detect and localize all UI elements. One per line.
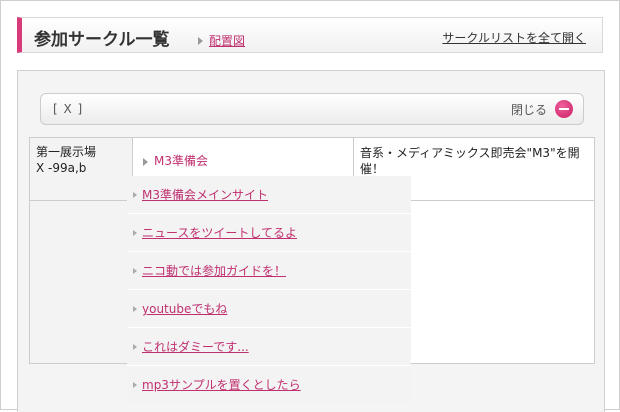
dropdown-link[interactable]: mp3サンプルを置くとしたら	[142, 376, 301, 393]
dropdown-item-mp3-sample[interactable]: mp3サンプルを置くとしたら	[127, 366, 411, 403]
empty-location-cell	[29, 200, 133, 364]
triangle-right-icon	[198, 36, 203, 45]
dropdown-item-twitter[interactable]: ニュースをツイートしてるよ	[127, 214, 411, 251]
page-title: 参加サークル一覧	[34, 30, 170, 50]
triangle-right-icon	[143, 157, 148, 166]
map-link[interactable]: 配置図	[209, 34, 245, 48]
open-all-circles-link[interactable]: サークルリストを全て開く	[442, 29, 586, 46]
location-hall: 第一展示場	[36, 145, 97, 159]
triangle-right-icon	[133, 343, 137, 350]
triangle-right-icon	[133, 381, 137, 388]
page-frame: 参加サークル一覧 配置図 サークルリストを全て開く [ X ] 閉じる 第一展示…	[0, 0, 620, 412]
dropdown-item-youtube[interactable]: youtubeでもね	[127, 290, 411, 327]
location-cell: 第一展示場 X -99a,b	[29, 137, 133, 201]
circle-links-dropdown: M3準備会メインサイト ニュースをツイートしてるよ ニコ動では参加ガイドを！ y…	[127, 176, 411, 403]
triangle-right-icon	[133, 229, 137, 236]
dropdown-link[interactable]: youtubeでもね	[142, 300, 227, 317]
triangle-right-icon	[133, 191, 137, 198]
close-label: 閉じる	[510, 102, 547, 117]
list-toolbar: [ X ] 閉じる	[40, 93, 584, 125]
dropdown-item-niconico[interactable]: ニコ動では参加ガイドを！	[127, 252, 411, 289]
location-space: X -99a,b	[36, 161, 87, 175]
dropdown-item-main-site[interactable]: M3準備会メインサイト	[127, 176, 411, 213]
dropdown-item-dummy[interactable]: これはダミーです...	[127, 328, 411, 365]
close-x-button[interactable]: [ X ]	[53, 102, 83, 116]
close-button[interactable]: 閉じる	[511, 99, 573, 119]
page-header: 参加サークル一覧 配置図 サークルリストを全て開く	[17, 17, 603, 53]
dropdown-link[interactable]: これはダミーです...	[142, 338, 249, 355]
dropdown-link[interactable]: ニュースをツイートしてるよ	[142, 224, 297, 241]
dropdown-link[interactable]: ニコ動では参加ガイドを！	[142, 262, 286, 279]
triangle-right-icon	[133, 267, 137, 274]
triangle-right-icon	[133, 305, 137, 312]
dropdown-link[interactable]: M3準備会メインサイト	[142, 186, 268, 203]
circle-name-link[interactable]: M3準備会	[154, 154, 208, 168]
minus-circle-icon[interactable]	[555, 100, 573, 118]
map-link-group: 配置図	[198, 32, 245, 49]
